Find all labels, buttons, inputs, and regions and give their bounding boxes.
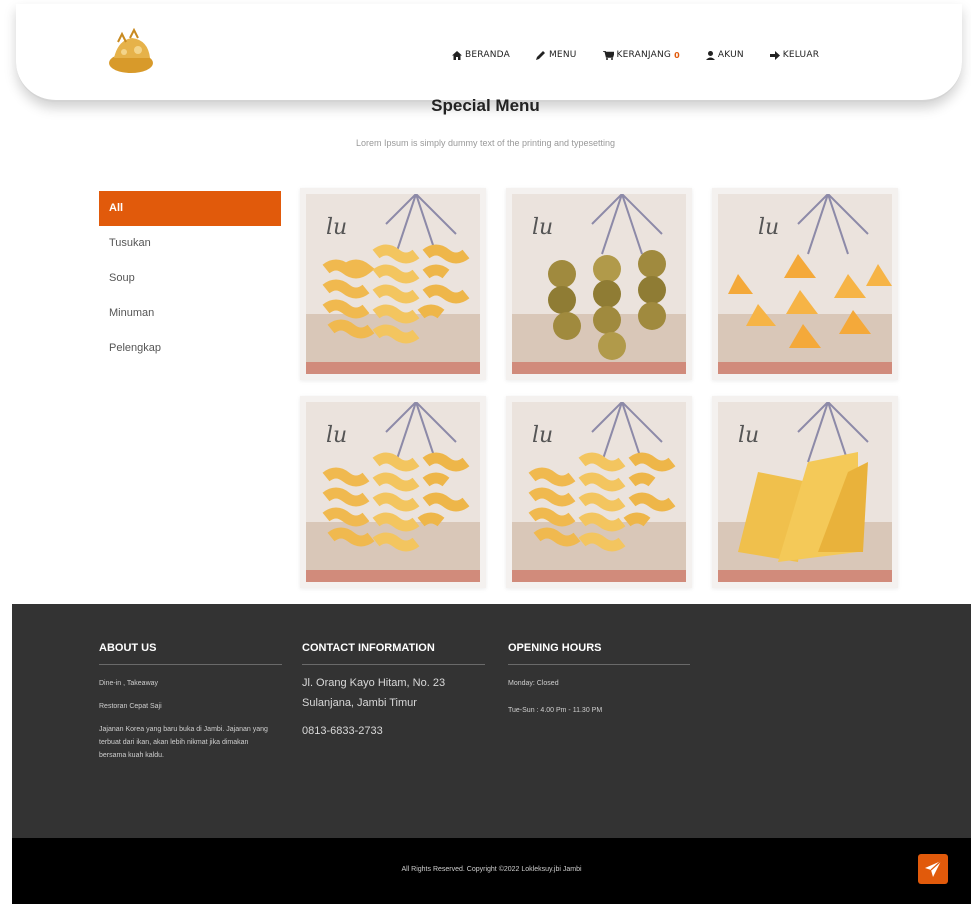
footer-hours-title: OPENING HOURS bbox=[508, 642, 690, 665]
header: BERANDA MENU KERANJANG 0 AKUN KELUAR bbox=[16, 4, 962, 102]
footer-contact: CONTACT INFORMATION Jl. Orang Kayo Hitam… bbox=[302, 642, 485, 741]
nav-beranda[interactable]: BERANDA bbox=[452, 50, 510, 60]
svg-text:lu: lu bbox=[758, 215, 779, 240]
send-button[interactable] bbox=[918, 854, 948, 884]
footer-hours-line1: Monday: Closed bbox=[508, 680, 559, 687]
footer-hours: OPENING HOURS Monday: Closed Tue-Sun : 4… bbox=[508, 642, 690, 717]
bottom-bar: All Rights Reserved. Copyright ©2022 Lok… bbox=[12, 838, 971, 904]
nav-keranjang[interactable]: KERANJANG 0 bbox=[602, 50, 680, 60]
food-image: lu bbox=[512, 402, 686, 582]
svg-text:lu: lu bbox=[738, 423, 759, 448]
svg-text:lu: lu bbox=[532, 215, 553, 240]
main-nav: BERANDA MENU KERANJANG 0 AKUN KELUAR bbox=[452, 50, 845, 60]
nav-keluar-label: KELUAR bbox=[782, 50, 820, 60]
footer-contact-title: CONTACT INFORMATION bbox=[302, 642, 485, 665]
user-icon bbox=[705, 50, 715, 60]
footer-about: ABOUT US Dine-in , Takeaway Restoran Cep… bbox=[99, 642, 282, 762]
footer-about-line1: Dine-in , Takeaway bbox=[99, 680, 159, 687]
page-title: Special Menu bbox=[431, 96, 540, 115]
page-subtitle: Lorem Ipsum is simply dummy text of the … bbox=[355, 138, 616, 148]
menu-item-card[interactable]: lu bbox=[712, 396, 898, 588]
nav-akun-label: AKUN bbox=[717, 50, 744, 60]
footer-hours-line2: Tue-Sun : 4.00 Pm - 11.30 PM bbox=[508, 707, 603, 714]
category-minuman[interactable]: Minuman bbox=[99, 296, 281, 331]
menu-item-card[interactable]: lu bbox=[300, 396, 486, 588]
footer: ABOUT US Dine-in , Takeaway Restoran Cep… bbox=[12, 604, 971, 838]
category-soup[interactable]: Soup bbox=[99, 261, 281, 296]
logo[interactable] bbox=[104, 27, 158, 78]
pencil-icon bbox=[535, 50, 545, 60]
category-pelengkap[interactable]: Pelengkap bbox=[99, 331, 281, 366]
nav-akun[interactable]: AKUN bbox=[705, 50, 744, 60]
footer-contact-address2: Sulanjana, Jambi Timur bbox=[302, 697, 417, 709]
cart-icon bbox=[602, 50, 614, 60]
category-tusukan[interactable]: Tusukan bbox=[99, 226, 281, 261]
nav-keranjang-label: KERANJANG bbox=[616, 50, 672, 60]
footer-about-line2: Restoran Cepat Saji bbox=[99, 703, 162, 710]
food-image: lu bbox=[306, 402, 480, 582]
category-all[interactable]: All bbox=[99, 191, 281, 226]
cart-badge: 0 bbox=[674, 50, 680, 60]
menu-item-card[interactable]: lu bbox=[506, 188, 692, 380]
menu-item-card[interactable]: lu bbox=[300, 188, 486, 380]
food-image: lu bbox=[512, 194, 686, 374]
nav-menu-label: MENU bbox=[548, 50, 577, 60]
svg-text:lu: lu bbox=[326, 423, 347, 448]
food-image: lu bbox=[718, 402, 892, 582]
home-icon bbox=[452, 50, 462, 60]
footer-about-title: ABOUT US bbox=[99, 642, 282, 665]
category-sidebar: All Tusukan Soup Minuman Pelengkap bbox=[99, 191, 281, 366]
nav-beranda-label: BERANDA bbox=[465, 50, 510, 60]
svg-text:lu: lu bbox=[326, 215, 347, 240]
logout-icon bbox=[769, 50, 780, 60]
menu-grid: lu lu lu lu lu lu bbox=[300, 188, 900, 588]
food-image: lu bbox=[718, 194, 892, 374]
menu-item-card[interactable]: lu bbox=[506, 396, 692, 588]
footer-about-line3: Jajanan Korea yang baru buka di Jambi. J… bbox=[99, 726, 268, 759]
footer-contact-address1: Jl. Orang Kayo Hitam, No. 23 bbox=[302, 677, 446, 689]
svg-text:lu: lu bbox=[532, 423, 553, 448]
copyright-text: All Rights Reserved. Copyright ©2022 Lok… bbox=[401, 866, 582, 873]
food-image: lu bbox=[306, 194, 480, 374]
nav-keluar[interactable]: KELUAR bbox=[769, 50, 820, 60]
paper-plane-icon bbox=[925, 860, 942, 877]
nav-menu[interactable]: MENU bbox=[535, 50, 577, 60]
footer-contact-phone: 0813-6833-2733 bbox=[302, 725, 383, 737]
menu-item-card[interactable]: lu bbox=[712, 188, 898, 380]
